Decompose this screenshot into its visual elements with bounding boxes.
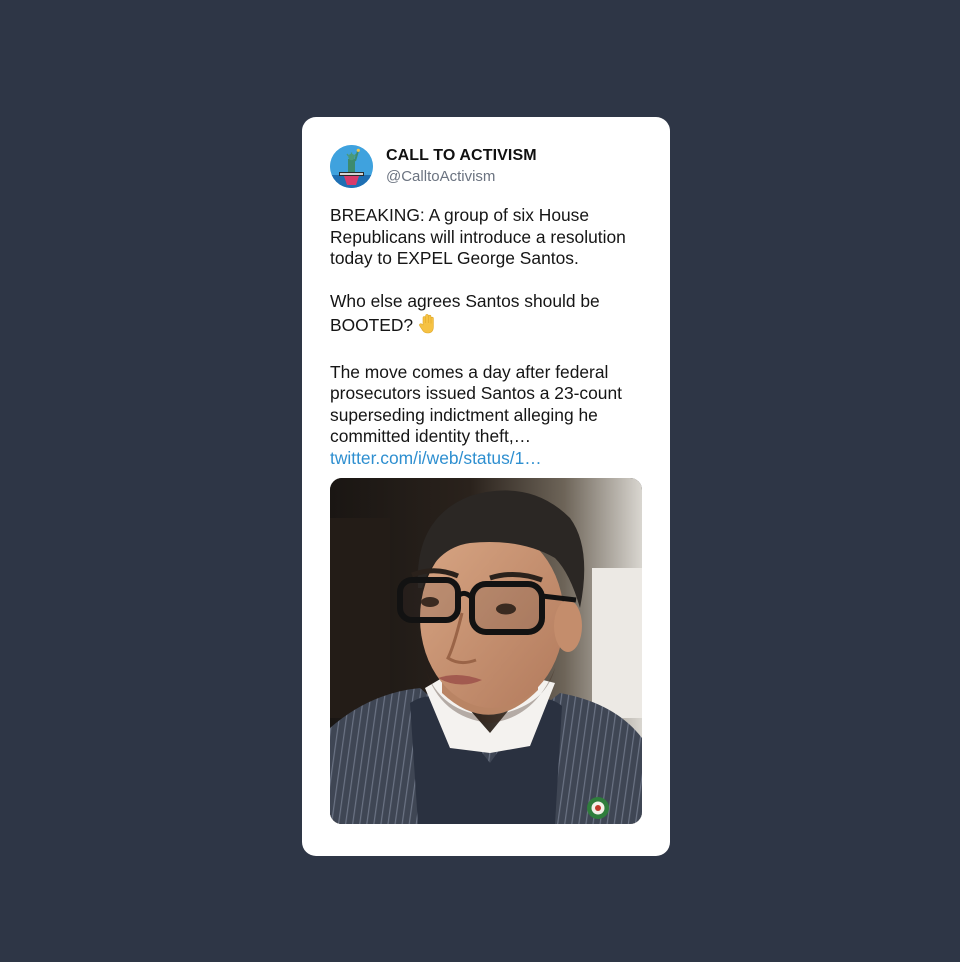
tweet-paragraph-1: BREAKING: A group of six House Republica… (330, 205, 626, 268)
tweet-link[interactable]: twitter.com/i/web/status/1… (330, 448, 648, 470)
tweet-paragraph-2-text: Who else agrees Santos should be BOOTED? (330, 291, 600, 335)
tweet-text: BREAKING: A group of six House Republica… (330, 205, 648, 469)
photo-man-glasses-icon (330, 478, 642, 824)
tweet-paragraph-3-text: The move comes a day after federal prose… (330, 361, 622, 447)
handle[interactable]: @CalltoActivism (386, 167, 537, 187)
tweet-photo[interactable] (330, 478, 642, 824)
statue-of-liberty-avatar-icon[interactable] (330, 145, 373, 188)
tweet-author: CALL TO ACTIVISM @CalltoActivism (386, 146, 537, 187)
tweet-paragraph-3: The move comes a day after federal prose… (330, 362, 648, 470)
raised-hand-emoji (418, 313, 438, 341)
tweet-header: CALL TO ACTIVISM @CalltoActivism (330, 145, 537, 188)
tweet-card[interactable]: CALL TO ACTIVISM @CalltoActivism BREAKIN… (302, 117, 670, 856)
display-name[interactable]: CALL TO ACTIVISM (386, 146, 537, 166)
tweet-paragraph-2: Who else agrees Santos should be BOOTED? (330, 291, 648, 340)
